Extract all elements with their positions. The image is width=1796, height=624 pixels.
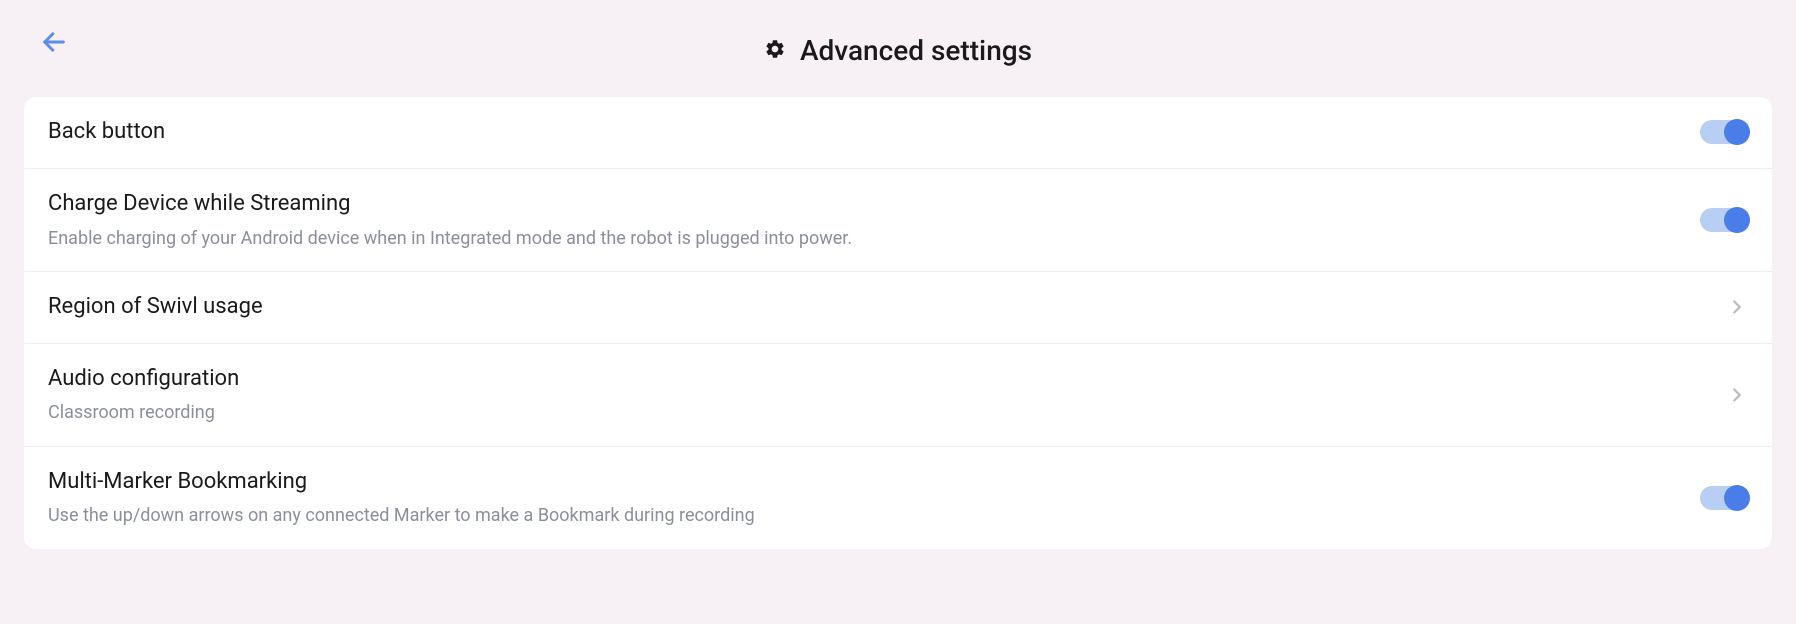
- setting-title: Region of Swivl usage: [48, 292, 1726, 323]
- toggle-thumb: [1724, 119, 1750, 145]
- setting-region[interactable]: Region of Swivl usage: [24, 272, 1772, 344]
- toggle-multi-marker[interactable]: [1700, 486, 1748, 510]
- header: Advanced settings: [0, 0, 1796, 97]
- setting-text: Back button: [48, 117, 1700, 148]
- setting-subtitle: Enable charging of your Android device w…: [48, 226, 1700, 251]
- chevron-right-icon: [1726, 384, 1748, 406]
- setting-back-button[interactable]: Back button: [24, 97, 1772, 169]
- header-title-wrapper: Advanced settings: [40, 20, 1756, 67]
- toggle-thumb: [1724, 207, 1750, 233]
- gear-icon: [764, 38, 786, 64]
- setting-audio-config[interactable]: Audio configuration Classroom recording: [24, 344, 1772, 447]
- setting-subtitle: Use the up/down arrows on any connected …: [48, 503, 1700, 528]
- arrow-left-icon: [40, 28, 68, 56]
- chevron-right-icon: [1726, 296, 1748, 318]
- setting-title: Back button: [48, 117, 1700, 148]
- setting-text: Multi-Marker Bookmarking Use the up/down…: [48, 467, 1700, 529]
- setting-title: Charge Device while Streaming: [48, 189, 1700, 220]
- setting-charge-device[interactable]: Charge Device while Streaming Enable cha…: [24, 169, 1772, 272]
- back-button[interactable]: [40, 28, 68, 56]
- settings-panel: Back button Charge Device while Streamin…: [24, 97, 1772, 549]
- setting-text: Audio configuration Classroom recording: [48, 364, 1726, 426]
- setting-multi-marker[interactable]: Multi-Marker Bookmarking Use the up/down…: [24, 447, 1772, 549]
- page-title: Advanced settings: [800, 34, 1032, 67]
- setting-title: Multi-Marker Bookmarking: [48, 467, 1700, 498]
- setting-subtitle: Classroom recording: [48, 400, 1726, 425]
- toggle-charge-device[interactable]: [1700, 208, 1748, 232]
- toggle-back-button[interactable]: [1700, 120, 1748, 144]
- setting-text: Region of Swivl usage: [48, 292, 1726, 323]
- toggle-thumb: [1724, 485, 1750, 511]
- setting-title: Audio configuration: [48, 364, 1726, 395]
- setting-text: Charge Device while Streaming Enable cha…: [48, 189, 1700, 251]
